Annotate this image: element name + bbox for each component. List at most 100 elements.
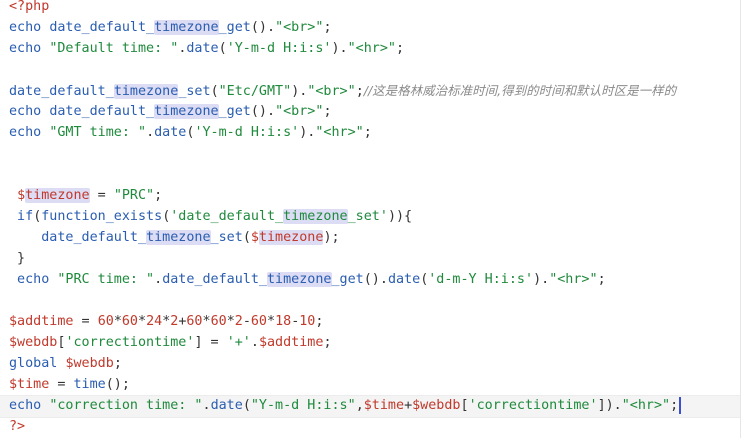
code-line[interactable]: $webdb['correctiontime'] = '+'.$addtime; xyxy=(9,332,332,353)
code-token: , xyxy=(355,398,364,413)
code-line[interactable]: $time = time(); xyxy=(9,374,130,395)
code-token: echo xyxy=(9,104,50,119)
code-token: = xyxy=(73,314,98,329)
code-token: "correction time: " xyxy=(49,398,203,413)
code-token: '+' xyxy=(226,335,251,350)
code-token: . xyxy=(202,398,211,413)
code-token: [ xyxy=(460,398,469,413)
code-token: ] = xyxy=(194,335,227,350)
code-token: echo xyxy=(9,41,50,56)
code-line[interactable]: $addtime = 60*60*24*2+60*60*2-60*18-10; xyxy=(9,311,323,332)
code-token: 60 xyxy=(186,314,203,329)
code-line[interactable]: echo date_default_timezone_get()."<br>"; xyxy=(9,101,332,122)
code-token: date_default_ xyxy=(9,84,114,99)
code-token: 60 xyxy=(250,314,267,329)
code-token: "Default time: " xyxy=(49,41,179,56)
code-line[interactable]: if(function_exists('date_default_timezon… xyxy=(9,206,412,227)
code-token: global xyxy=(9,356,66,371)
code-token: _set' xyxy=(347,209,388,224)
code-token: )){ xyxy=(387,209,413,224)
text-caret xyxy=(679,396,682,414)
code-token: . xyxy=(250,335,259,350)
code-line[interactable]: global $webdb; xyxy=(9,353,122,374)
code-line[interactable]: echo "correction time: ".date("Y-m-d H:i… xyxy=(9,395,682,416)
code-token: 60 xyxy=(210,314,227,329)
code-token: ); xyxy=(323,230,340,245)
code-token: $time xyxy=(9,377,50,392)
code-token: 'correctiontime' xyxy=(65,335,195,350)
code-line[interactable]: date_default_timezone_set("Etc/GMT")."<b… xyxy=(9,80,676,101)
code-token: ; xyxy=(154,188,163,203)
code-token: "<hr>" xyxy=(347,41,396,56)
code-token: $webdb xyxy=(412,398,461,413)
code-line[interactable]: $timezone = "PRC"; xyxy=(9,185,162,206)
code-line[interactable]: } xyxy=(9,248,25,269)
code-token: + xyxy=(404,398,413,413)
code-token: ; xyxy=(396,41,405,56)
code-token: date xyxy=(210,398,243,413)
code-token: function_exists xyxy=(41,209,163,224)
code-token: "PRC time: " xyxy=(57,272,155,287)
code-token: ; xyxy=(670,398,679,413)
code-token: _set xyxy=(210,230,243,245)
code-token: - xyxy=(242,314,251,329)
code-token: date_default_ xyxy=(9,230,147,245)
code-token: ]). xyxy=(597,398,622,413)
code-token: timezone xyxy=(283,209,348,224)
code-token: (). xyxy=(250,20,276,35)
code-line[interactable]: ?> xyxy=(9,416,25,437)
right-margin-guide xyxy=(740,0,741,438)
code-line[interactable]: date_default_timezone_set($timezone); xyxy=(9,227,340,248)
code-token: timezone xyxy=(258,230,324,245)
code-token: timezone xyxy=(25,188,90,203)
code-line[interactable]: echo "PRC time: ".date_default_timezone_… xyxy=(9,269,606,290)
code-token: if xyxy=(9,209,34,224)
code-token: 2 xyxy=(234,314,243,329)
code-token: //这是格林威治标准时间,得到的时间和默认时区是一样的 xyxy=(363,83,677,98)
code-token: $addtime xyxy=(9,314,74,329)
code-token: ; xyxy=(597,272,606,287)
code-token: date_default_ xyxy=(49,104,155,119)
code-editor[interactable]: <?php echo date_default_timezone_get()."<… xyxy=(0,0,753,438)
code-token: "Etc/GMT" xyxy=(218,84,292,99)
code-token: ; xyxy=(323,104,332,119)
code-token: echo xyxy=(9,125,50,140)
code-token: * xyxy=(138,314,147,329)
code-token: date xyxy=(387,272,421,287)
code-token: 'Y-m-d H:i:s' xyxy=(226,41,332,56)
code-token: ; xyxy=(323,20,332,35)
code-token: 10 xyxy=(299,314,316,329)
code-token: date xyxy=(186,41,219,56)
code-token: $webdb xyxy=(65,356,114,371)
code-token: timezone xyxy=(146,230,211,245)
code-token: * xyxy=(267,314,276,329)
code-token: _set xyxy=(178,84,211,99)
code-line[interactable]: echo date_default_timezone_get()."<br>"; xyxy=(9,17,332,38)
code-token: _get xyxy=(218,20,251,35)
code-token: "<br>" xyxy=(275,20,324,35)
code-token: _get xyxy=(331,272,364,287)
code-token: ; xyxy=(113,356,122,371)
code-token: 60 xyxy=(97,314,114,329)
code-token: "PRC" xyxy=(113,188,155,203)
code-line[interactable]: echo "Default time: ".date('Y-m-d H:i:s'… xyxy=(9,38,404,59)
code-token: ( xyxy=(210,84,219,99)
code-token: echo xyxy=(9,398,50,413)
code-token: ( xyxy=(242,230,251,245)
code-token: = xyxy=(89,188,114,203)
code-token: "Y-m-d H:i:s" xyxy=(250,398,356,413)
code-token: ?> xyxy=(9,419,26,434)
code-token: } xyxy=(9,251,26,266)
code-token: "<hr>" xyxy=(549,272,598,287)
code-token: $webdb xyxy=(9,335,58,350)
code-token: timezone xyxy=(154,104,219,119)
code-token: date_default_ xyxy=(162,272,267,287)
code-line[interactable]: echo "GMT time: ".date('Y-m-d H:i:s')."<… xyxy=(9,122,372,143)
code-line[interactable]: <?php xyxy=(9,0,49,17)
code-token: timezone xyxy=(267,272,332,287)
code-token: ). xyxy=(331,41,348,56)
code-token: $ xyxy=(250,230,259,245)
code-token: <?php xyxy=(9,0,50,14)
code-token: $addtime xyxy=(258,335,324,350)
